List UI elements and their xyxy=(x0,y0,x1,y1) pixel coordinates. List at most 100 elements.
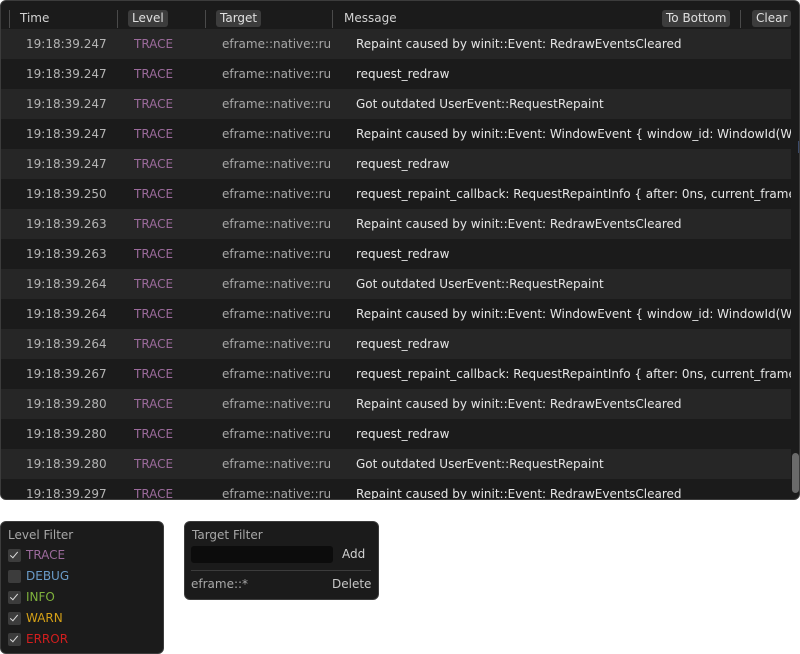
level-filter-error[interactable]: ERROR xyxy=(8,631,68,647)
log-row[interactable]: 19:18:39.280 TRACE eframe::native::ru... re… xyxy=(1,419,791,449)
log-rows[interactable]: 19:18:39.247TRACEeframe::native::ru...Re… xyxy=(1,29,791,500)
log-row[interactable]: 19:18:39.280 TRACE eframe::native::ru... Go… xyxy=(1,449,791,479)
scrollbar-track[interactable] xyxy=(791,35,799,495)
column-separator[interactable] xyxy=(9,10,10,28)
target-filter-title: Target Filter xyxy=(192,528,263,542)
log-message: request_redraw xyxy=(356,247,450,261)
target-filter-input[interactable] xyxy=(191,546,333,563)
log-row[interactable]: 19:18:39.264 TRACE eframe::native::ru... Re… xyxy=(1,299,791,329)
log-level: TRACE xyxy=(134,247,174,261)
scrollbar-thumb[interactable] xyxy=(792,453,799,493)
log-row[interactable]: 19:18:39.247 TRACE eframe::native::ru... re… xyxy=(1,59,791,89)
log-message: Repaint caused by winit::Event: RedrawEv… xyxy=(356,217,682,231)
level-filter-label: TRACE xyxy=(26,548,66,562)
log-row[interactable]: 19:18:39.264 TRACE eframe::native::ru... Go… xyxy=(1,269,791,299)
log-level: TRACE xyxy=(134,487,174,500)
log-time: 19:18:39.247 xyxy=(26,67,107,81)
log-target: eframe::native::ru... xyxy=(222,97,330,111)
log-row[interactable]: 19:18:39.247 TRACE eframe::native::ru... Re… xyxy=(1,119,791,149)
log-time: 19:18:39.263 xyxy=(26,247,107,261)
clear-button[interactable]: Clear xyxy=(752,9,792,27)
log-level: TRACE xyxy=(134,457,174,471)
level-filter-title: Level Filter xyxy=(8,528,74,542)
log-level: TRACE xyxy=(134,307,174,321)
log-message: Repaint caused by winit::Event: WindowEv… xyxy=(356,307,791,321)
log-target: eframe::native::ru... xyxy=(222,157,330,171)
log-message: request_repaint_callback: RequestRepaint… xyxy=(356,367,791,381)
log-target: eframe::native::ru... xyxy=(222,217,330,231)
log-time: 19:18:39.264 xyxy=(26,307,107,321)
log-row[interactable]: 19:18:39.280 TRACE eframe::native::ru... Re… xyxy=(1,389,791,419)
log-row[interactable]: 19:18:39.297 TRACE eframe::native::ru... Re… xyxy=(1,479,791,500)
log-message: request_redraw xyxy=(356,157,450,171)
level-filter-label: ERROR xyxy=(26,632,69,646)
log-message: request_redraw xyxy=(356,67,450,81)
column-separator[interactable] xyxy=(117,10,118,28)
level-filter-trace[interactable]: TRACE xyxy=(8,547,65,563)
log-level: TRACE xyxy=(134,97,174,111)
log-time: 19:18:39.280 xyxy=(26,427,107,441)
column-separator[interactable] xyxy=(332,10,333,28)
log-level: TRACE xyxy=(134,187,174,201)
log-target: eframe::native::ru... xyxy=(222,277,330,291)
log-level: TRACE xyxy=(134,217,174,231)
level-filter-label: WARN xyxy=(26,611,63,625)
log-time: 19:18:39.250 xyxy=(26,187,107,201)
level-filter-debug[interactable]: DEBUG xyxy=(8,568,69,584)
log-time: 19:18:39.280 xyxy=(26,457,107,471)
delete-target-button[interactable]: Delete xyxy=(332,576,371,592)
log-message: Got outdated UserEvent::RequestRepaint xyxy=(356,457,604,471)
log-target: eframe::native::ru... xyxy=(222,337,330,351)
divider xyxy=(191,570,371,571)
checkbox-icon[interactable] xyxy=(8,611,21,625)
to-bottom-button[interactable]: To Bottom xyxy=(662,9,731,27)
log-time: 19:18:39.264 xyxy=(26,277,107,291)
log-row[interactable]: 19:18:39.267 TRACE eframe::native::ru... re… xyxy=(1,359,791,389)
log-time: 19:18:39.280 xyxy=(26,397,107,411)
checkbox-icon[interactable] xyxy=(8,548,21,562)
log-target: eframe::native::ru... xyxy=(222,397,330,411)
target-filter-entry: eframe::* xyxy=(191,577,249,591)
log-target: eframe::native::ru... xyxy=(222,487,330,500)
log-row[interactable]: 19:18:39.247 TRACE eframe::native::ru... Re… xyxy=(1,29,791,59)
log-time: 19:18:39.247 xyxy=(26,127,107,141)
log-time: 19:18:39.267 xyxy=(26,367,107,381)
level-filter-warn[interactable]: WARN xyxy=(8,610,63,626)
log-message: request_redraw xyxy=(356,337,450,351)
log-row[interactable]: 19:18:39.247 TRACE eframe::native::ru... re… xyxy=(1,149,791,179)
checkbox-icon[interactable] xyxy=(8,569,21,583)
column-separator xyxy=(740,10,741,28)
log-message: Repaint caused by winit::Event: WindowEv… xyxy=(356,127,791,141)
log-time: 19:18:39.247 xyxy=(26,97,107,111)
log-row[interactable]: 19:18:39.263 TRACE eframe::native::ru... re… xyxy=(1,239,791,269)
log-target: eframe::native::ru... xyxy=(222,457,330,471)
log-row[interactable]: 19:18:39.264 TRACE eframe::native::ru... re… xyxy=(1,329,791,359)
column-separator[interactable] xyxy=(205,10,206,28)
log-message: Got outdated UserEvent::RequestRepaint xyxy=(356,277,604,291)
log-row[interactable]: 19:18:39.250 TRACE eframe::native::ru... re… xyxy=(1,179,791,209)
log-level: TRACE xyxy=(134,367,174,381)
log-level: TRACE xyxy=(134,277,174,291)
column-header-target[interactable]: Target xyxy=(216,9,262,27)
log-target: eframe::native::ru... xyxy=(222,427,330,441)
log-level: TRACE xyxy=(134,67,174,81)
log-target: eframe::native::ru... xyxy=(222,127,330,141)
log-target: eframe::native::ru... xyxy=(222,367,330,381)
log-time: 19:18:39.297 xyxy=(26,487,107,500)
log-time: 19:18:39.247 xyxy=(26,157,107,171)
log-row[interactable]: 19:18:39.263 TRACE eframe::native::ru... Re… xyxy=(1,209,791,239)
log-message: Repaint caused by winit::Event: RedrawEv… xyxy=(356,397,682,411)
log-level: TRACE xyxy=(134,427,174,441)
checkbox-icon[interactable] xyxy=(8,632,21,646)
level-filter-info[interactable]: INFO xyxy=(8,589,55,605)
log-panel: Time Level Target Message To Bottom Clea… xyxy=(0,0,800,500)
log-row[interactable]: 19:18:39.247 TRACE eframe::native::ru... Go… xyxy=(1,89,791,119)
log-time: 19:18:39.263 xyxy=(26,217,107,231)
log-message: request_redraw xyxy=(356,427,450,441)
log-target: eframe::native::ru... xyxy=(222,37,330,51)
column-header-level[interactable]: Level xyxy=(128,9,168,27)
checkbox-icon[interactable] xyxy=(8,590,21,604)
log-message: Got outdated UserEvent::RequestRepaint xyxy=(356,97,604,111)
add-target-button[interactable]: Add xyxy=(342,546,365,563)
log-level: TRACE xyxy=(134,337,174,351)
